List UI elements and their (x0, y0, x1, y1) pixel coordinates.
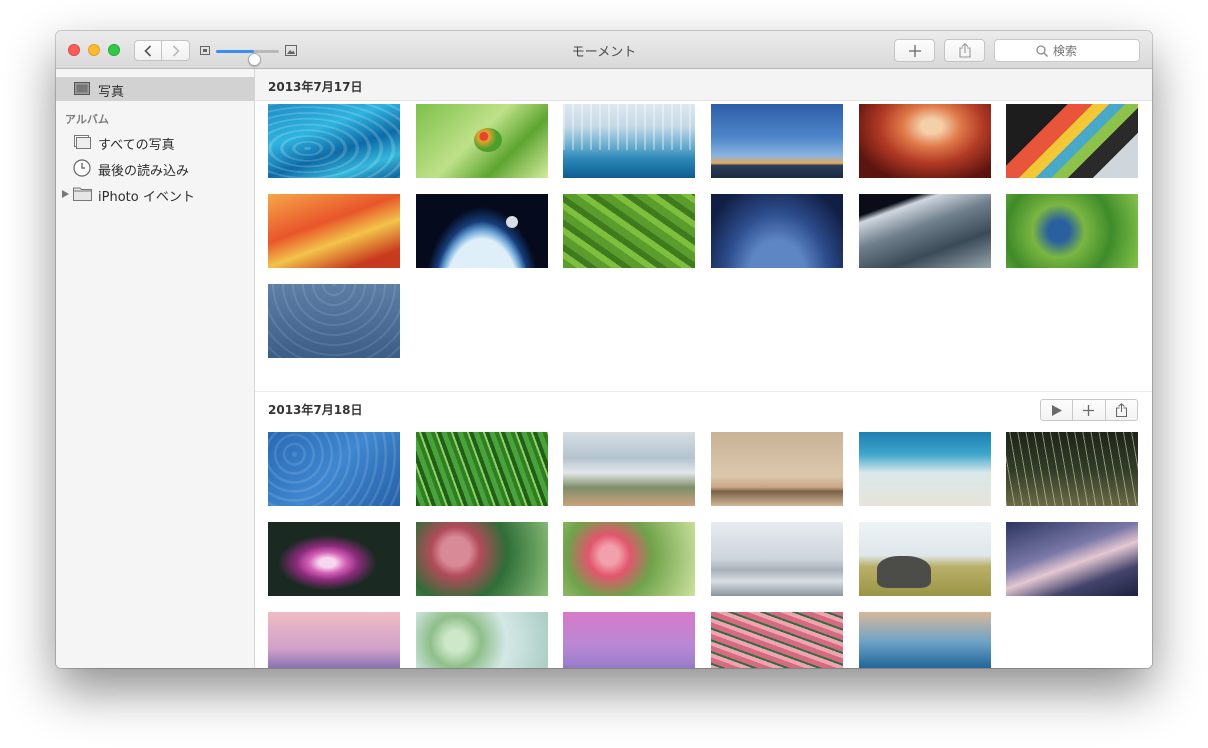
photo-thumbnail[interactable] (1006, 432, 1138, 506)
plus-icon (1083, 404, 1095, 416)
photo-thumbnail[interactable] (563, 612, 695, 668)
share-button[interactable] (944, 39, 985, 62)
photo-thumbnail[interactable] (711, 104, 843, 178)
plus-icon (908, 44, 921, 57)
sidebar-item-last-import[interactable]: 最後の読み込み (56, 156, 255, 180)
photo-thumbnail[interactable] (1006, 104, 1138, 178)
sidebar-item-label: iPhoto イベント (98, 190, 195, 205)
moment-header: 2013年7月18日 (255, 391, 1152, 423)
photo-thumbnail[interactable] (1006, 522, 1138, 596)
photo-thumbnail[interactable] (268, 104, 400, 178)
clock-icon (73, 159, 91, 177)
sidebar-item-label: すべての写真 (98, 138, 175, 153)
photo-thumbnail[interactable] (268, 284, 400, 358)
moments-content: 2013年7月17日 2013年7月18日 (255, 69, 1152, 668)
photo-thumbnail[interactable] (711, 432, 843, 506)
photo-thumbnail[interactable] (859, 432, 991, 506)
share-icon (958, 43, 971, 58)
sidebar-item-photos[interactable]: 写真 (56, 77, 255, 101)
photo-thumbnail[interactable] (416, 612, 548, 668)
play-icon (1051, 404, 1062, 416)
folder-icon (73, 187, 92, 201)
moment-header: 2013年7月17日 (255, 69, 1152, 101)
slideshow-button[interactable] (1041, 400, 1074, 420)
sidebar-item-label: 最後の読み込み (98, 164, 190, 179)
moment-date: 2013年7月17日 (268, 80, 363, 94)
photos-icon (74, 82, 90, 95)
photo-thumbnail[interactable] (563, 522, 695, 596)
photo-thumbnail[interactable] (563, 104, 695, 178)
disclosure-triangle-icon[interactable] (62, 190, 69, 198)
album-section-header: アルバム (65, 113, 109, 126)
photo-thumbnail[interactable] (711, 612, 843, 668)
photo-thumbnail[interactable] (1006, 194, 1138, 268)
photo-thumbnail[interactable] (859, 104, 991, 178)
photo-thumbnail[interactable] (268, 522, 400, 596)
moment-actions (1040, 399, 1138, 421)
photo-thumbnail[interactable] (416, 432, 548, 506)
photo-thumbnail[interactable] (268, 612, 400, 668)
photos-window: モーメント 写真 アルバム すべての写真 最後の読み込み iPhoto イベント (56, 31, 1152, 668)
search-icon (1036, 45, 1048, 57)
moment-date: 2013年7月18日 (268, 403, 363, 417)
add-button[interactable] (894, 39, 935, 62)
photo-thumbnail[interactable] (268, 194, 400, 268)
search-input[interactable] (994, 39, 1140, 62)
photo-thumbnail[interactable] (416, 104, 548, 178)
photo-thumbnail[interactable] (563, 432, 695, 506)
titlebar: モーメント (56, 31, 1152, 69)
share-icon (1115, 403, 1127, 417)
moment-share-button[interactable] (1106, 400, 1137, 420)
photo-thumbnail[interactable] (416, 194, 548, 268)
photo-thumbnail[interactable] (711, 522, 843, 596)
sidebar-item-all-photos[interactable]: すべての写真 (56, 130, 255, 154)
sidebar-item-iphoto-events[interactable]: iPhoto イベント (56, 182, 255, 206)
photo-thumbnail[interactable] (859, 612, 991, 668)
photos-stack-icon (74, 135, 91, 149)
add-to-button[interactable] (1073, 400, 1106, 420)
window-title: モーメント (571, 45, 637, 60)
photo-thumbnail[interactable] (859, 522, 991, 596)
photo-thumbnail[interactable] (416, 522, 548, 596)
sidebar-item-label: 写真 (98, 85, 125, 100)
sidebar: 写真 アルバム すべての写真 最後の読み込み iPhoto イベント (56, 69, 255, 668)
photo-thumbnail[interactable] (859, 194, 991, 268)
photo-thumbnail[interactable] (563, 194, 695, 268)
photo-thumbnail[interactable] (268, 432, 400, 506)
photo-thumbnail[interactable] (711, 194, 843, 268)
